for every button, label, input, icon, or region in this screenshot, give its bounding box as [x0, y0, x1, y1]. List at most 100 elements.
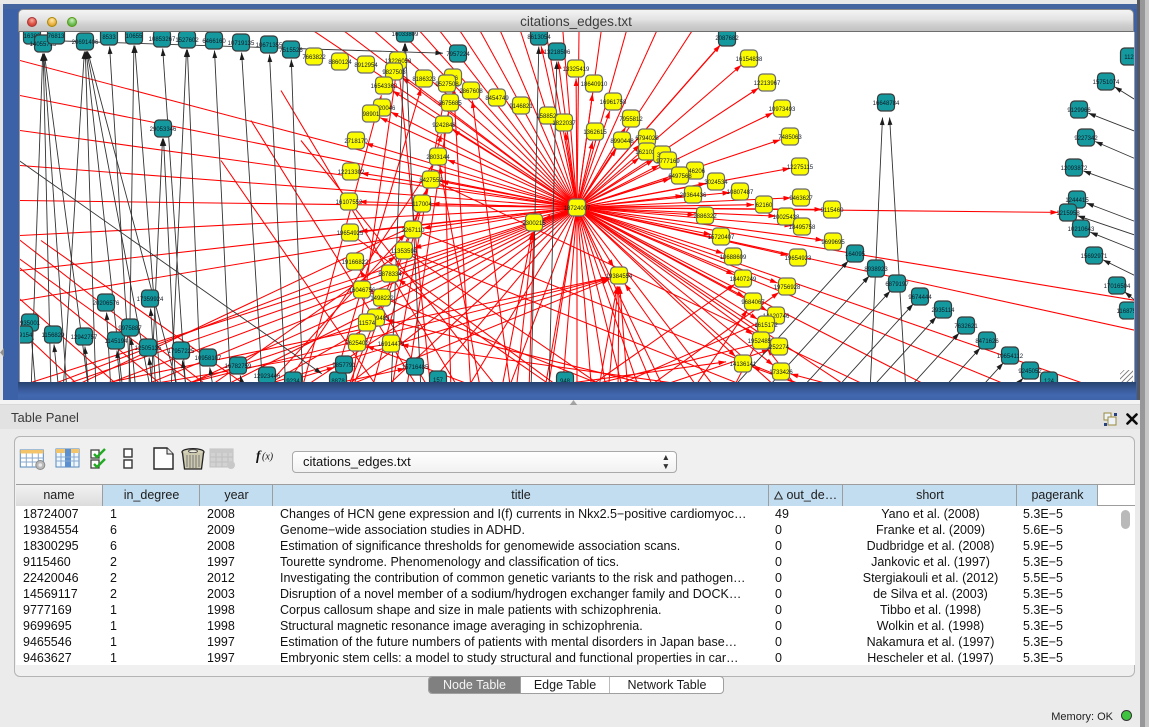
svg-text:15692971: 15692971 [1081, 253, 1108, 259]
svg-text:18495758: 18495758 [789, 224, 816, 230]
svg-text:39154: 39154 [20, 332, 33, 338]
svg-text:8860124: 8860124 [328, 59, 352, 65]
svg-text:9245052: 9245052 [1018, 368, 1042, 374]
svg-text:8454749: 8454749 [485, 95, 509, 101]
svg-text:9129966: 9129966 [1067, 107, 1091, 113]
svg-text:9463627: 9463627 [789, 195, 813, 201]
svg-text:12942757: 12942757 [71, 334, 98, 340]
svg-text:164095: 164095 [845, 251, 866, 257]
svg-text:1156829: 1156829 [42, 332, 66, 338]
svg-text:7485063: 7485063 [778, 134, 802, 140]
svg-text:14136141: 14136141 [730, 361, 757, 367]
svg-text:1215958: 1215958 [1056, 210, 1080, 216]
svg-text:3267110: 3267110 [402, 227, 426, 233]
svg-text:1168753: 1168753 [1117, 308, 1135, 314]
svg-text:(x): (x) [262, 452, 274, 463]
svg-text:10958107: 10958107 [195, 355, 222, 361]
svg-text:1498222: 1498222 [370, 295, 394, 301]
svg-text:12213967: 12213967 [754, 80, 781, 86]
svg-text:9975887: 9975887 [118, 325, 142, 331]
svg-text:19654925: 19654925 [337, 230, 364, 236]
svg-text:7632621: 7632621 [954, 323, 978, 329]
svg-text:2718170: 2718170 [344, 138, 368, 144]
svg-text:6879197: 6879197 [885, 281, 909, 287]
svg-text:13218506: 13218506 [544, 49, 571, 55]
svg-text:7663822: 7663822 [302, 54, 326, 60]
svg-text:9857791: 9857791 [332, 362, 356, 368]
svg-text:2935114: 2935114 [932, 307, 956, 313]
svg-text:10719135: 10719135 [228, 40, 255, 46]
svg-text:20691406: 20691406 [72, 39, 99, 45]
svg-text:7625402: 7625402 [345, 340, 369, 346]
svg-text:1362615: 1362615 [583, 129, 607, 135]
svg-text:1615172: 1615172 [754, 322, 778, 328]
svg-text:7955812: 7955812 [619, 116, 643, 122]
svg-text:13325419: 13325419 [563, 66, 590, 72]
svg-text:7515526: 7515526 [279, 47, 303, 53]
svg-text:252274: 252274 [769, 344, 790, 350]
svg-text:12275115: 12275115 [787, 164, 814, 170]
svg-text:15716485: 15716485 [402, 364, 429, 370]
svg-text:2867608: 2867608 [459, 88, 483, 94]
svg-text:9242848: 9242848 [432, 122, 456, 128]
svg-text:16914479: 16914479 [378, 341, 405, 347]
svg-text:19166822: 19166822 [342, 259, 369, 265]
svg-text:9227342: 9227342 [1074, 135, 1098, 141]
svg-text:10688609: 10688609 [720, 254, 747, 260]
svg-text:2300215: 2300215 [522, 220, 546, 226]
svg-text:3675685: 3675685 [438, 100, 462, 106]
svg-text:1733426: 1733426 [769, 369, 793, 375]
svg-text:9674444: 9674444 [908, 294, 932, 300]
svg-text:9527508: 9527508 [435, 81, 459, 87]
svg-text:16543362: 16543362 [371, 83, 398, 89]
svg-text:112: 112 [1124, 54, 1134, 60]
svg-text:16033809: 16033809 [392, 32, 419, 38]
svg-text:6466160: 6466160 [202, 38, 226, 44]
svg-text:19756928: 19756928 [774, 284, 801, 290]
svg-text:11574: 11574 [359, 320, 376, 326]
svg-text:18640910: 18640910 [581, 81, 608, 87]
svg-text:10210643: 10210643 [1068, 226, 1095, 232]
svg-text:8186323: 8186323 [412, 76, 436, 82]
svg-text:7886322: 7886322 [693, 213, 717, 219]
svg-text:6794028: 6794028 [635, 135, 659, 141]
svg-text:12213302: 12213302 [338, 169, 365, 175]
svg-text:10807487: 10807487 [727, 189, 754, 195]
svg-text:2087682: 2087682 [715, 35, 739, 41]
svg-text:19384554: 19384554 [606, 273, 633, 279]
svg-text:3024534: 3024534 [704, 179, 728, 185]
svg-text:17957225: 17957225 [168, 348, 195, 354]
svg-text:15720407: 15720407 [708, 234, 735, 240]
svg-text:10654112: 10654112 [997, 353, 1024, 359]
svg-text:8471626: 8471626 [975, 338, 999, 344]
svg-text:8427552: 8427552 [419, 177, 443, 183]
svg-text:117004: 117004 [412, 201, 432, 207]
svg-text:20364436: 20364436 [680, 192, 707, 198]
svg-text:12505135: 12505135 [135, 345, 162, 351]
svg-text:6497568: 6497568 [668, 173, 692, 179]
svg-text:19654923: 19654923 [785, 255, 812, 261]
svg-text:76813: 76813 [48, 33, 65, 39]
svg-text:16154838: 16154838 [736, 56, 763, 62]
svg-text:20206576: 20206576 [93, 300, 120, 306]
svg-text:11353594: 11353594 [391, 248, 418, 254]
svg-text:12923446: 12923446 [254, 373, 281, 379]
svg-text:12093872: 12093872 [1061, 165, 1088, 171]
svg-text:16961758: 16961758 [600, 99, 627, 105]
svg-text:9777169: 9777169 [656, 158, 680, 164]
svg-text:62160: 62160 [756, 202, 773, 208]
svg-text:16782759: 16782759 [225, 363, 252, 369]
svg-text:16046756: 16046756 [349, 287, 376, 293]
svg-text:1145194: 1145194 [105, 338, 129, 344]
svg-text:10973493: 10973493 [769, 106, 796, 112]
svg-text:8938923: 8938923 [864, 266, 888, 272]
svg-text:1244415: 1244415 [1065, 197, 1089, 203]
svg-text:2803144: 2803144 [426, 154, 450, 160]
svg-text:16107552: 16107552 [336, 199, 363, 205]
svg-text:9146821: 9146821 [509, 103, 533, 109]
svg-text:9699695: 9699695 [821, 239, 845, 245]
svg-text:15751074: 15751074 [1093, 79, 1120, 85]
svg-text:1822037: 1822037 [552, 120, 576, 126]
svg-text:98901: 98901 [363, 111, 380, 117]
svg-text:8990448: 8990448 [610, 138, 634, 144]
